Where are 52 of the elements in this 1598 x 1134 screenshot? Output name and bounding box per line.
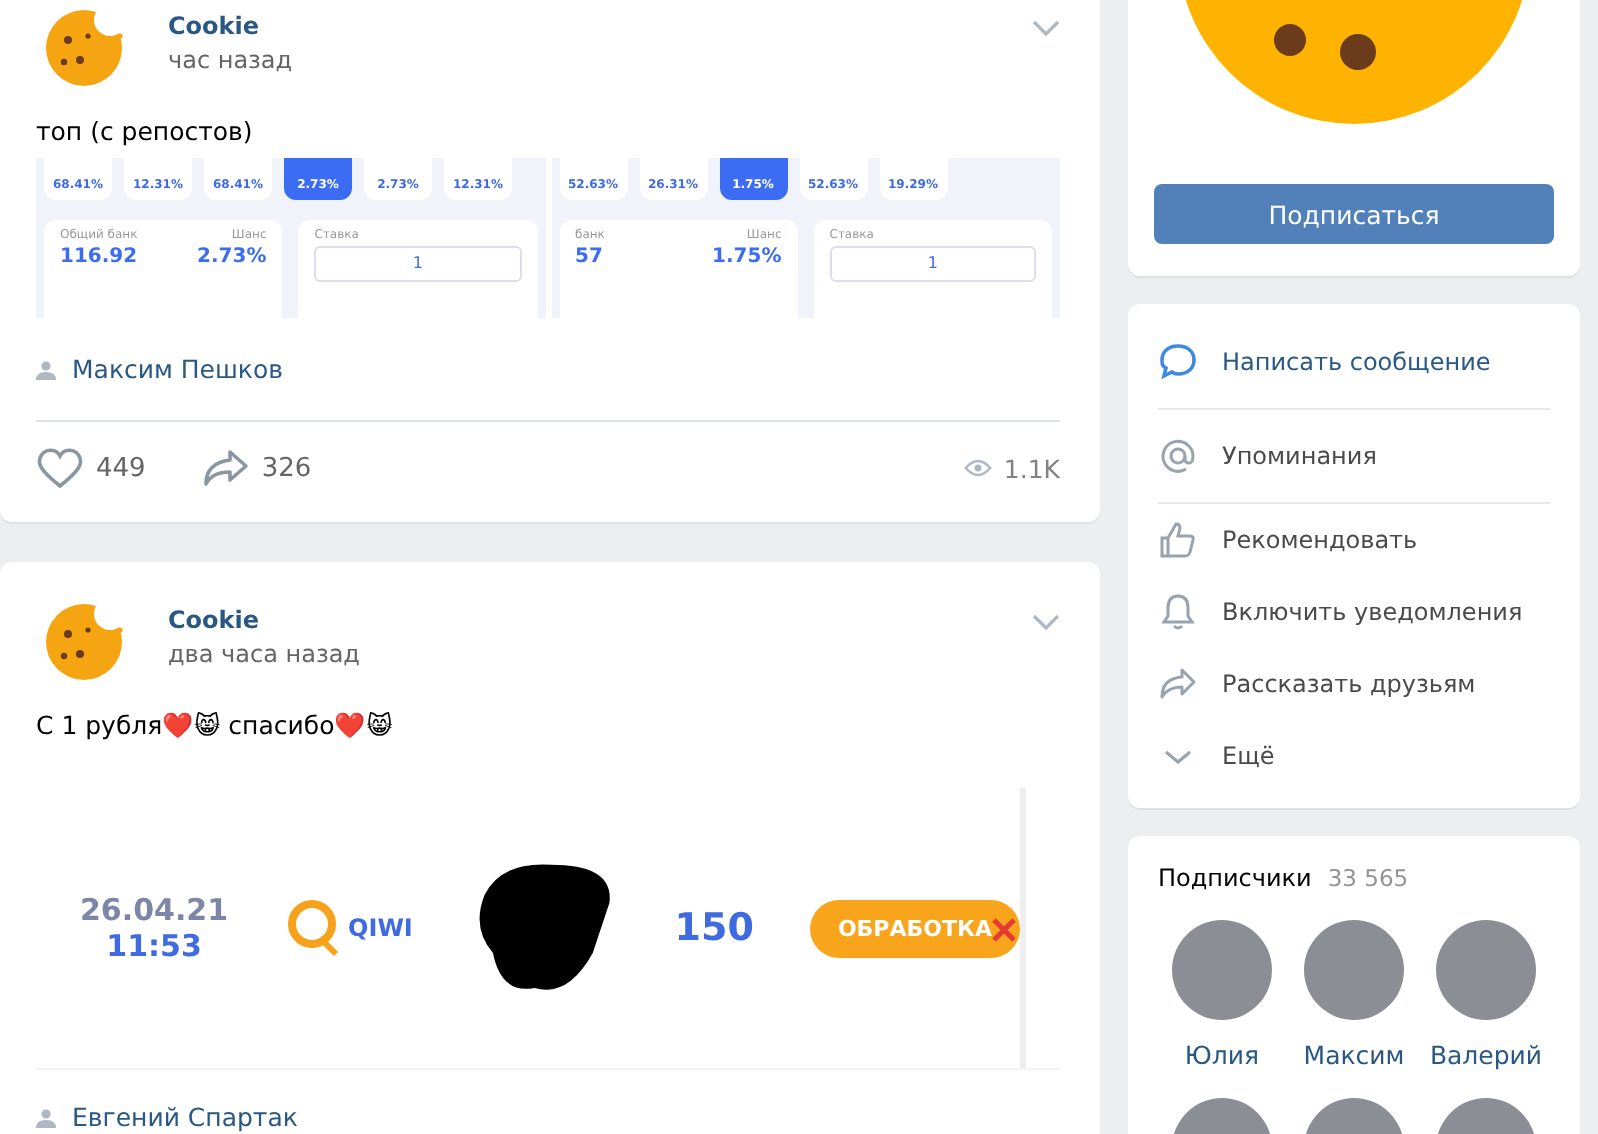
menu-item[interactable]: Рекомендовать [1158,504,1550,576]
subscriber-name-link[interactable]: Валерий [1429,1040,1543,1070]
like-button[interactable]: 449 [36,446,146,490]
wallet-name: QIWI [348,914,413,942]
payment-date: 26.04.21 [80,892,229,928]
post-author-link[interactable]: Cookie [168,606,1032,634]
signer-link[interactable]: Максим Пешков [72,354,283,384]
thumbs-up-icon [1158,520,1198,560]
views-count: 1.1K [963,453,1060,483]
share-arrow-icon [1158,664,1198,704]
share-arrow-icon [201,448,250,488]
bank-value: 57 [575,246,603,268]
cross-icon [992,917,1016,941]
payment-screenshot[interactable]: 26.04.21 11:53 QIWI 150 ОБРАБОТКА [36,788,1026,1068]
bell-icon [1158,592,1198,632]
heart-icon [36,446,84,490]
subscribers-count: 33 565 [1327,864,1409,892]
chevron-down-icon [1164,749,1192,763]
menu-item[interactable]: Ещё [1158,720,1550,792]
person-icon [36,359,56,379]
subscriber-name-link[interactable]: Максим [1303,1040,1405,1070]
avatar-photo-placeholder[interactable] [1304,920,1404,1020]
menu-item[interactable]: Написать сообщение [1158,316,1550,410]
bank-value: 116.92 [60,246,138,268]
payment-time: 11:53 [106,928,202,964]
post-text: С 1 рубля❤😸 спасибо❤😸 [36,710,395,740]
subscribers-title[interactable]: Подписчики [1158,864,1312,892]
post-time[interactable]: час назад [168,46,1032,74]
status-pill: ОБРАБОТКА [809,899,1020,957]
person-icon [36,1107,56,1127]
bet-field: 1 [314,246,521,282]
menu-item[interactable]: Включить уведомления [1158,576,1550,648]
subscribe-button[interactable]: Подписаться [1154,184,1554,244]
menu-item[interactable]: Упоминания [1158,410,1550,504]
speech-bubble-icon [1158,342,1198,382]
at-sign-icon [1158,436,1198,476]
menu-item[interactable]: Рассказать друзьям [1158,648,1550,720]
share-button[interactable]: 326 [201,448,312,488]
chance-value: 2.73% [197,246,267,268]
post-time[interactable]: два часа назад [168,640,1032,668]
post-author-link[interactable]: Cookie [168,12,1032,40]
eye-icon [963,458,992,478]
avatar-photo-placeholder[interactable] [1172,920,1272,1020]
chance-value: 1.75% [712,246,782,268]
subscriber-name-link[interactable]: Юлия [1184,1040,1260,1070]
signer-link[interactable]: Евгений Спартак [72,1102,298,1132]
chevron-down-icon[interactable] [1032,614,1060,630]
bet-field: 1 [829,246,1036,282]
payment-amount: 150 [674,906,754,950]
post-text: топ (с репостов) [36,116,255,146]
avatar-photo-placeholder[interactable] [1436,920,1536,1020]
chevron-down-icon[interactable] [1032,20,1060,36]
